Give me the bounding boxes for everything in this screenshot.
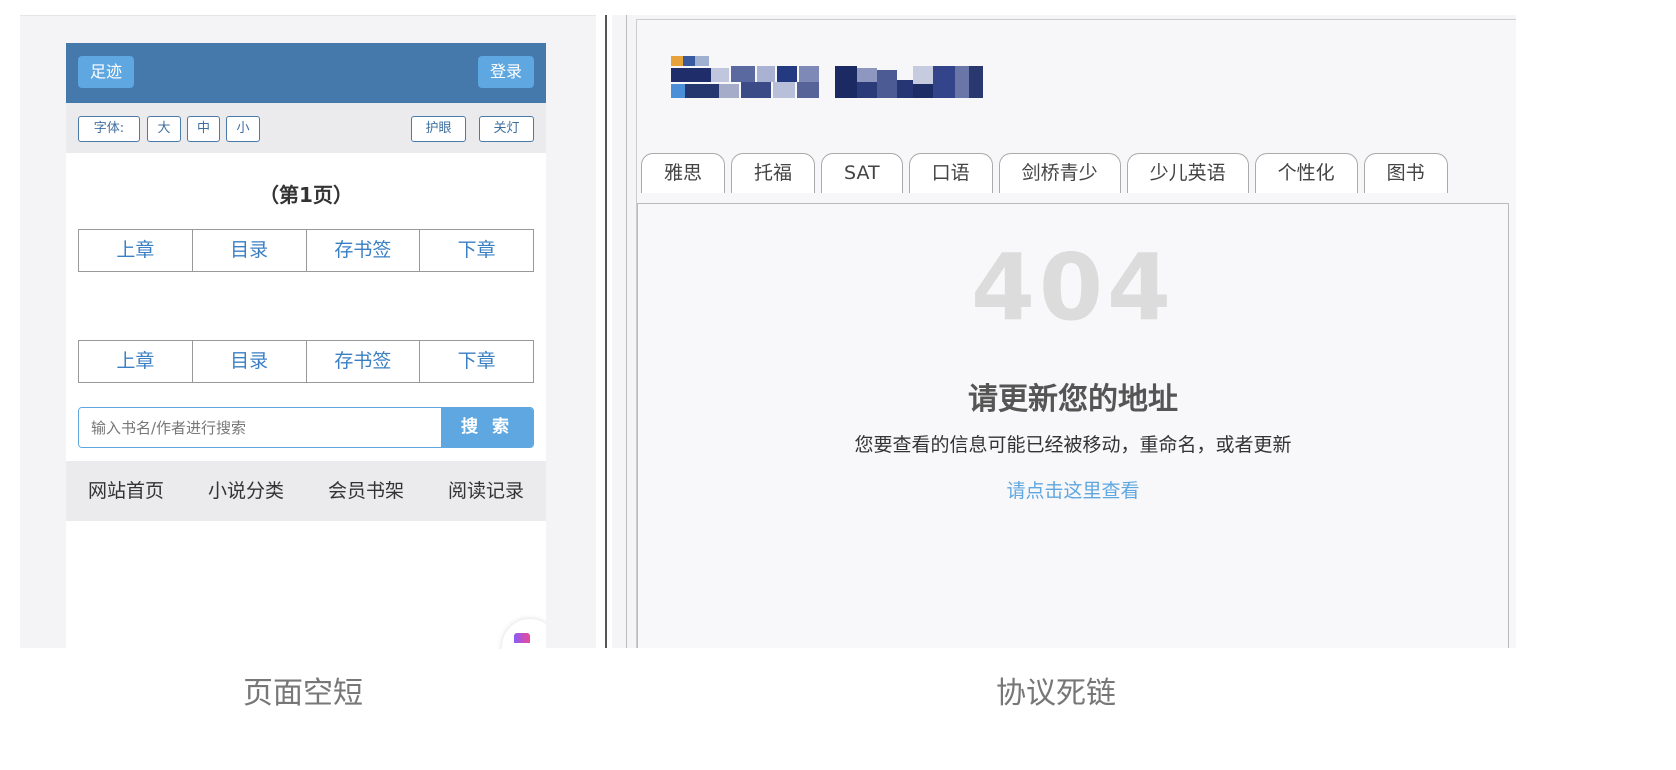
search-button[interactable]: 搜 索 xyxy=(441,408,533,447)
right-screenshot-panel: 雅思 托福 SAT 口语 剑桥青少 少儿英语 个性化 图书 404 请更新您的地… xyxy=(612,15,1516,648)
tab-toefl[interactable]: 托福 xyxy=(731,153,816,193)
window-edge xyxy=(626,15,627,648)
bookmark-link[interactable]: 存书签 xyxy=(307,341,421,382)
eye-care-button[interactable]: 护眼 xyxy=(411,116,466,142)
tab-ielts[interactable]: 雅思 xyxy=(641,153,726,193)
right-caption: 协议死链 xyxy=(996,676,1116,711)
toc-link[interactable]: 目录 xyxy=(193,341,307,382)
font-medium-button[interactable]: 中 xyxy=(187,116,220,142)
prev-chapter-link[interactable]: 上章 xyxy=(79,230,193,271)
left-screenshot-panel: 足迹 登录 字体: 大 中 小 护眼 关灯 （第1页） 上章 目录 存书签 下章… xyxy=(20,15,596,649)
next-chapter-link[interactable]: 下章 xyxy=(420,230,533,271)
footer-history-link[interactable]: 阅读记录 xyxy=(426,461,546,521)
toc-link[interactable]: 目录 xyxy=(193,230,307,271)
footer-bookshelf-link[interactable]: 会员书架 xyxy=(306,461,426,521)
mobile-reader-page: 足迹 登录 字体: 大 中 小 护眼 关灯 （第1页） 上章 目录 存书签 下章… xyxy=(66,43,546,649)
chapter-nav-bottom: 上章 目录 存书签 下章 xyxy=(78,340,534,383)
tab-cambridge-youth[interactable]: 剑桥青少 xyxy=(998,153,1121,193)
error-code: 404 xyxy=(970,234,1176,341)
floating-action-button[interactable] xyxy=(502,619,546,649)
bookmark-link[interactable]: 存书签 xyxy=(307,230,421,271)
chapter-nav-top: 上章 目录 存书签 下章 xyxy=(78,229,534,272)
category-tabs: 雅思 托福 SAT 口语 剑桥青少 少儿英语 个性化 图书 xyxy=(641,153,1454,193)
search-bar: 搜 索 xyxy=(78,407,534,448)
lights-off-button[interactable]: 关灯 xyxy=(479,116,534,142)
font-toolbar: 字体: 大 中 小 护眼 关灯 xyxy=(66,103,546,153)
footprint-button[interactable]: 足迹 xyxy=(78,56,135,88)
error-content: 404 请更新您的地址 您要查看的信息可能已经被移动，重命名，或者更新 请点击这… xyxy=(637,203,1509,648)
tab-speaking[interactable]: 口语 xyxy=(908,153,993,193)
error-link[interactable]: 请点击这里查看 xyxy=(638,476,1508,503)
font-large-button[interactable]: 大 xyxy=(147,116,181,142)
tab-personalized[interactable]: 个性化 xyxy=(1254,153,1358,193)
footer-nav: 网站首页 小说分类 会员书架 阅读记录 xyxy=(66,461,546,521)
prev-chapter-link[interactable]: 上章 xyxy=(79,341,193,382)
error-title: 请更新您的地址 xyxy=(968,382,1178,417)
browser-page: 雅思 托福 SAT 口语 剑桥青少 少儿英语 个性化 图书 404 请更新您的地… xyxy=(636,19,1516,648)
tab-sat[interactable]: SAT xyxy=(821,153,903,193)
blurred-logo xyxy=(671,54,1001,108)
left-caption: 页面空短 xyxy=(243,676,363,711)
footer-category-link[interactable]: 小说分类 xyxy=(186,461,306,521)
login-button[interactable]: 登录 xyxy=(477,56,534,88)
search-input[interactable] xyxy=(79,408,441,447)
panel-divider xyxy=(605,15,607,648)
font-small-button[interactable]: 小 xyxy=(226,116,260,142)
tab-kids-english[interactable]: 少儿英语 xyxy=(1126,153,1249,193)
error-subtitle: 您要查看的信息可能已经被移动，重命名，或者更新 xyxy=(854,434,1292,456)
chapter-title: （第1页） xyxy=(259,183,353,207)
tab-books[interactable]: 图书 xyxy=(1363,153,1448,193)
footer-home-link[interactable]: 网站首页 xyxy=(66,461,186,521)
next-chapter-link[interactable]: 下章 xyxy=(420,341,533,382)
font-size-label: 字体: xyxy=(78,116,140,142)
top-bar: 足迹 登录 xyxy=(66,43,546,103)
